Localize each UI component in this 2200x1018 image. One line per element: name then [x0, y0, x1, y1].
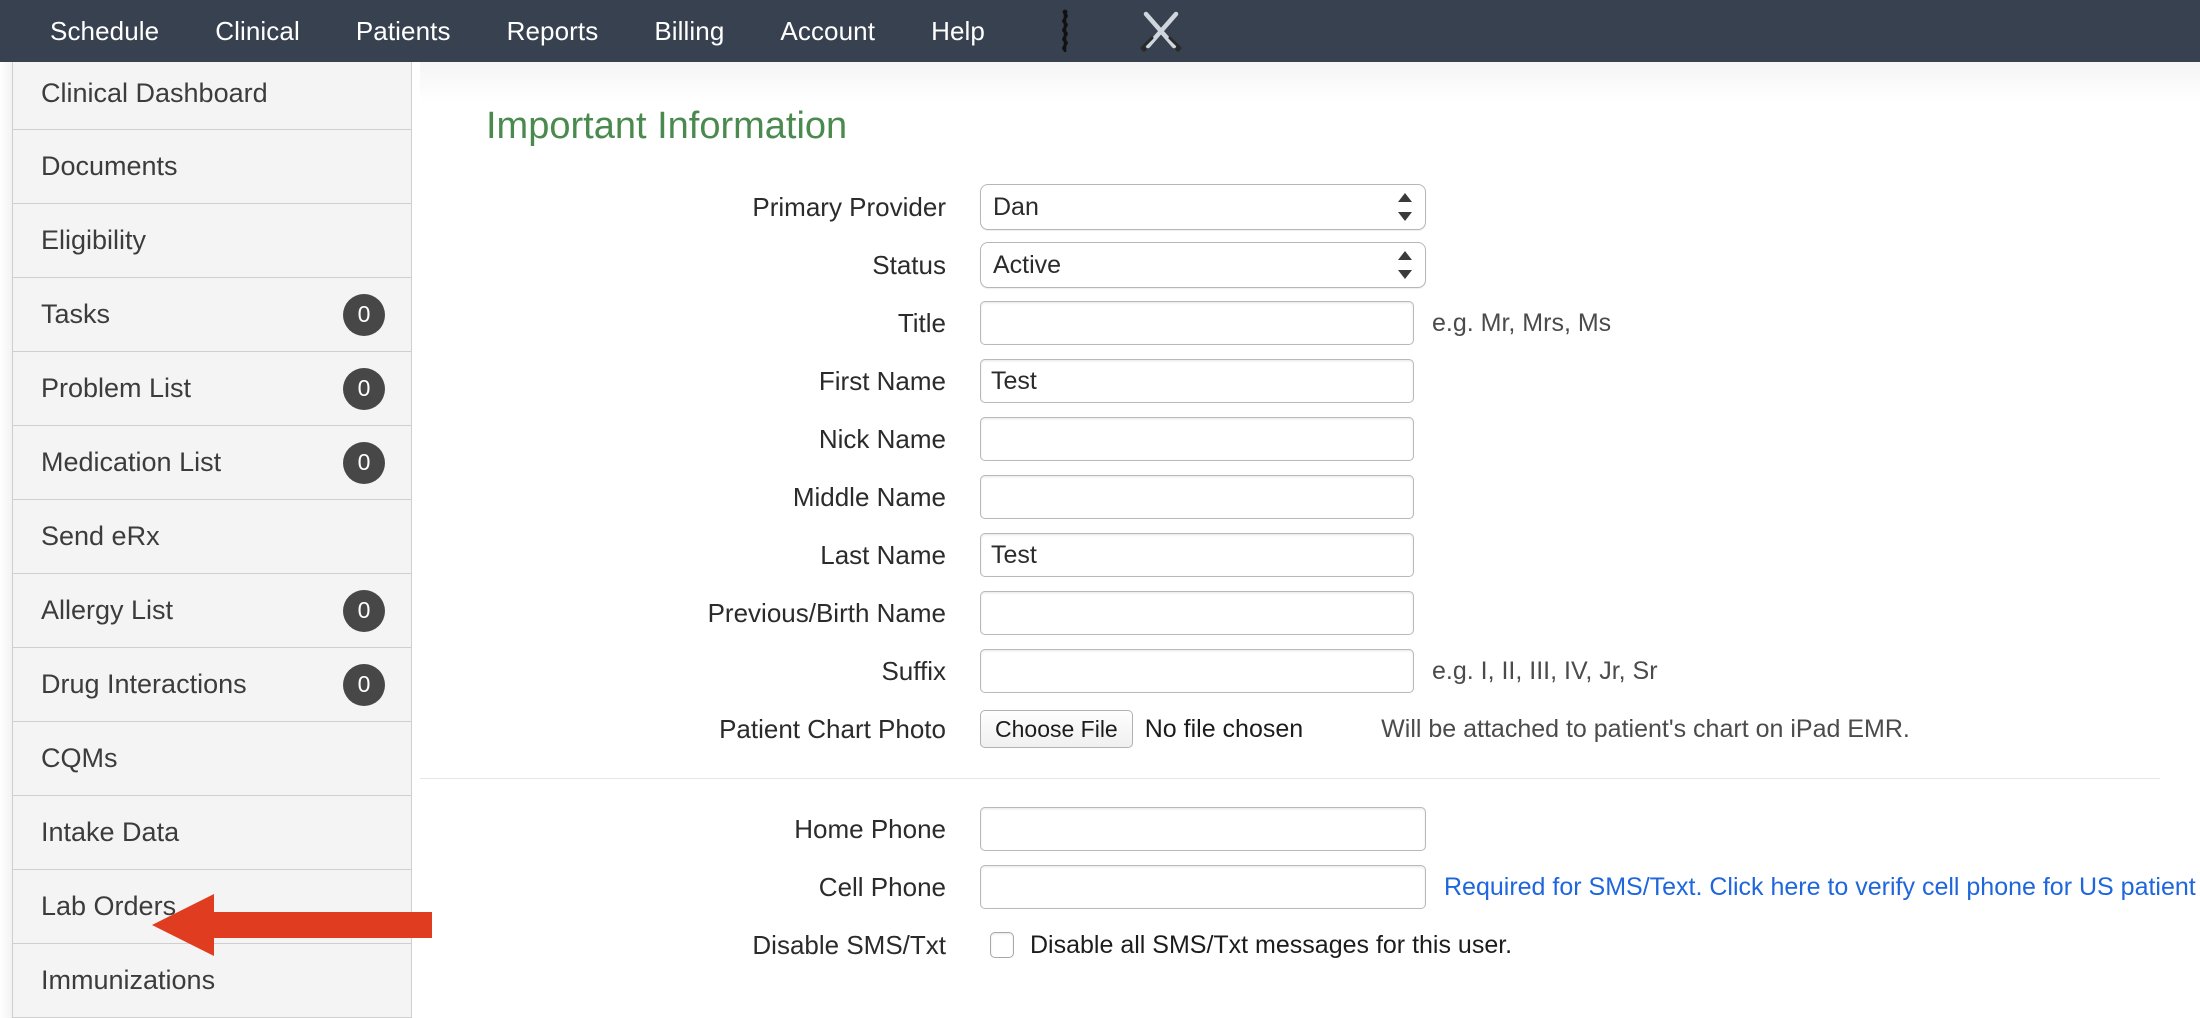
sidebar-item-label: Tasks [41, 299, 111, 329]
caduceus-icon[interactable] [1039, 0, 1091, 62]
form-row-primary-provider: Primary Provider Dan [420, 178, 2200, 236]
page-title: Important Information [486, 105, 848, 147]
sidebar-item-label: Problem List [41, 373, 192, 403]
last-name-label: Last Name [820, 539, 946, 570]
status-label: Status [872, 249, 946, 280]
section-divider [420, 778, 2160, 779]
form-row-disable-sms: Disable SMS/Txt Disable all SMS/Txt mess… [420, 916, 2200, 974]
form-row-previous-birth-name: Previous/Birth Name [420, 584, 2200, 642]
sidebar-item-label: Intake Data [41, 817, 180, 847]
file-status-text: No file chosen [1144, 714, 1304, 743]
middle-name-label: Middle Name [792, 481, 946, 512]
nick-name-label: Nick Name [818, 423, 946, 454]
form-row-nick-name: Nick Name [420, 410, 2200, 468]
status-badge: 0 [343, 441, 385, 484]
sidebar-item-problem-list[interactable]: Problem List 0 [12, 352, 412, 426]
content-fade-overlay [420, 56, 2200, 102]
sidebar-item-lab-orders[interactable]: Lab Orders [12, 870, 412, 944]
home-phone-input[interactable] [980, 807, 1426, 851]
sidebar-item-send-erx[interactable]: Send eRx [12, 500, 412, 574]
form-row-last-name: Last Name [420, 526, 2200, 584]
patient-chart-photo-label: Patient Chart Photo [719, 713, 946, 744]
previous-birth-name-label: Previous/Birth Name [707, 597, 946, 628]
sidebar-item-cqms[interactable]: CQMs [12, 722, 412, 796]
sidebar-item-label: Drug Interactions [41, 669, 247, 699]
nav-patients[interactable]: Patients [328, 0, 479, 62]
sidebar-item-label: Lab Orders [41, 891, 177, 921]
nav-help[interactable]: Help [903, 0, 1013, 62]
form-row-status: Status Active [420, 236, 2200, 294]
suffix-hint: e.g. I, II, III, IV, Jr, Sr [1432, 656, 1658, 685]
home-phone-label: Home Phone [794, 813, 946, 844]
crossed-swords-icon[interactable] [1135, 0, 1187, 62]
title-input[interactable] [980, 301, 1414, 345]
disable-sms-checkbox[interactable] [990, 932, 1014, 958]
sidebar-item-tasks[interactable]: Tasks 0 [12, 278, 412, 352]
form-row-cell-phone: Cell Phone Required for SMS/Text. Click … [420, 858, 2200, 916]
sidebar-item-label: Immunizations [41, 965, 216, 995]
form-row-home-phone: Home Phone [420, 800, 2200, 858]
middle-name-input[interactable] [980, 475, 1414, 519]
sidebar-item-label: Clinical Dashboard [41, 77, 268, 108]
form-row-suffix: Suffix e.g. I, II, III, IV, Jr, Sr [420, 642, 2200, 700]
primary-provider-select[interactable]: Dan [980, 184, 1426, 230]
sidebar-item-label: Eligibility [41, 225, 147, 255]
sidebar-item-medication-list[interactable]: Medication List 0 [12, 426, 412, 500]
nav-clinical[interactable]: Clinical [187, 0, 328, 62]
form-row-title: Title e.g. Mr, Mrs, Ms [420, 294, 2200, 352]
form-row-first-name: First Name [420, 352, 2200, 410]
previous-birth-name-input[interactable] [980, 591, 1414, 635]
clinical-sidebar: Clinical Dashboard Documents Eligibility… [0, 56, 412, 1018]
patient-chart-photo-hint: Will be attached to patient's chart on i… [1381, 714, 1910, 743]
sidebar-item-eligibility[interactable]: Eligibility [12, 204, 412, 278]
patient-details-panel: Important Information Primary Provider D… [420, 0, 2200, 990]
suffix-input[interactable] [980, 649, 1414, 693]
title-label: Title [897, 307, 946, 338]
nick-name-input[interactable] [980, 417, 1414, 461]
choose-file-button[interactable]: Choose File [980, 710, 1133, 748]
last-name-input[interactable] [980, 533, 1414, 577]
status-badge: 0 [343, 663, 385, 706]
nav-account[interactable]: Account [752, 0, 903, 62]
form-row-patient-chart-photo: Patient Chart Photo Choose File No file … [420, 700, 2200, 758]
nav-reports[interactable]: Reports [479, 0, 627, 62]
sidebar-item-label: Send eRx [41, 521, 160, 551]
cell-phone-label: Cell Phone [818, 871, 946, 902]
sidebar-item-drug-interactions[interactable]: Drug Interactions 0 [12, 648, 412, 722]
nav-schedule[interactable]: Schedule [22, 0, 187, 62]
suffix-label: Suffix [881, 655, 946, 686]
sidebar-item-label: Medication List [41, 447, 222, 477]
disable-sms-label: Disable SMS/Txt [752, 929, 946, 960]
status-badge: 0 [343, 367, 385, 410]
form-row-middle-name: Middle Name [420, 468, 2200, 526]
disable-sms-checkbox-label: Disable all SMS/Txt messages for this us… [1030, 930, 1513, 959]
first-name-label: First Name [818, 365, 946, 396]
status-select[interactable]: Active [980, 242, 1426, 288]
important-information-form: Primary Provider Dan Status Active Title… [420, 178, 2200, 974]
title-hint: e.g. Mr, Mrs, Ms [1432, 308, 1612, 337]
first-name-input[interactable] [980, 359, 1414, 403]
primary-provider-label: Primary Provider [752, 191, 946, 222]
sidebar-item-label: CQMs [41, 743, 118, 773]
sidebar-item-immunizations[interactable]: Immunizations [12, 944, 412, 1018]
verify-cell-phone-link[interactable]: Required for SMS/Text. Click here to ver… [1444, 873, 2196, 902]
sidebar-item-allergy-list[interactable]: Allergy List 0 [12, 574, 412, 648]
sidebar-item-clinical-dashboard[interactable]: Clinical Dashboard [12, 56, 412, 130]
sidebar-item-intake-data[interactable]: Intake Data [12, 796, 412, 870]
form-section-divider-row [420, 758, 2200, 800]
nav-billing[interactable]: Billing [626, 0, 752, 62]
sidebar-item-label: Documents [41, 151, 178, 181]
status-badge: 0 [343, 293, 385, 336]
cell-phone-input[interactable] [980, 865, 1426, 909]
status-badge: 0 [343, 589, 385, 632]
sidebar-item-label: Allergy List [41, 595, 174, 625]
top-navigation-bar: Schedule Clinical Patients Reports Billi… [0, 0, 2200, 62]
sidebar-item-documents[interactable]: Documents [12, 130, 412, 204]
